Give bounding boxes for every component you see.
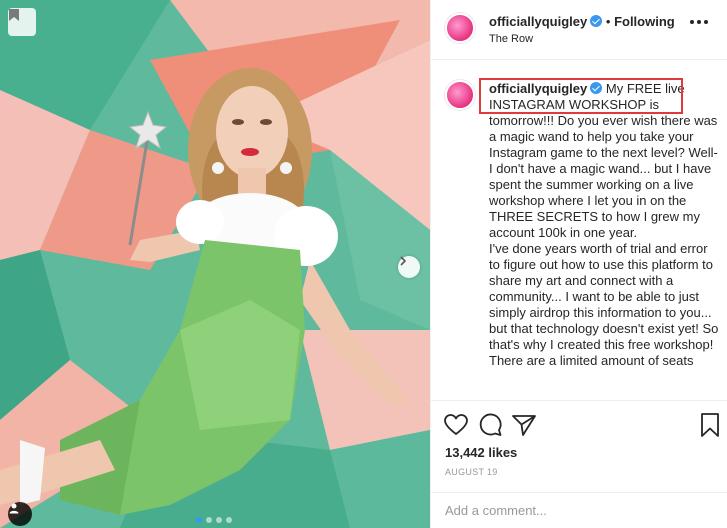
carousel-dot[interactable] [216,517,222,523]
post-date[interactable]: AUGUST 19 [445,467,498,477]
caption: officiallyquigley My FREE live INSTAGRAM… [489,81,719,369]
separator-dot: • [605,14,611,29]
caption-avatar[interactable] [445,80,475,110]
save-badge[interactable] [8,8,36,36]
action-bar [443,412,723,440]
more-options-icon[interactable] [690,20,708,24]
post-image[interactable] [0,0,430,528]
speech-bubble-icon[interactable] [477,412,503,438]
bookmark-icon[interactable] [697,412,723,438]
caption-section: officiallyquigley My FREE live INSTAGRAM… [431,61,727,401]
location-link[interactable]: The Row [489,33,533,45]
heart-icon[interactable] [443,412,469,438]
chevron-right-icon [400,256,407,266]
carousel-dot[interactable] [196,517,202,523]
caption-text: My FREE live INSTAGRAM WORKSHOP is tomor… [489,81,719,368]
tagged-users-button[interactable] [8,502,32,526]
carousel-dots [196,517,232,523]
carousel-dot[interactable] [206,517,212,523]
likes-count[interactable]: 13,442 likes [445,445,517,460]
paper-plane-icon[interactable] [511,412,537,438]
avatar[interactable] [445,13,475,43]
post-header: officiallyquigley • Following The Row [431,0,727,60]
person-icon [9,503,19,514]
carousel-dot[interactable] [226,517,232,523]
carousel-next-button[interactable] [398,256,420,278]
username-link[interactable]: officiallyquigley [489,14,587,29]
following-button[interactable]: Following [614,14,675,29]
photo-illustration [0,0,430,528]
comment-bar [431,492,727,528]
caption-username-link[interactable]: officiallyquigley [489,81,587,96]
bookmark-icon [9,9,19,21]
verified-badge-icon [590,82,603,94]
header-line: officiallyquigley • Following [489,14,675,29]
verified-badge-icon [590,15,603,27]
post-details-panel: officiallyquigley • Following The Row of… [430,0,727,528]
comment-input[interactable] [445,503,705,518]
